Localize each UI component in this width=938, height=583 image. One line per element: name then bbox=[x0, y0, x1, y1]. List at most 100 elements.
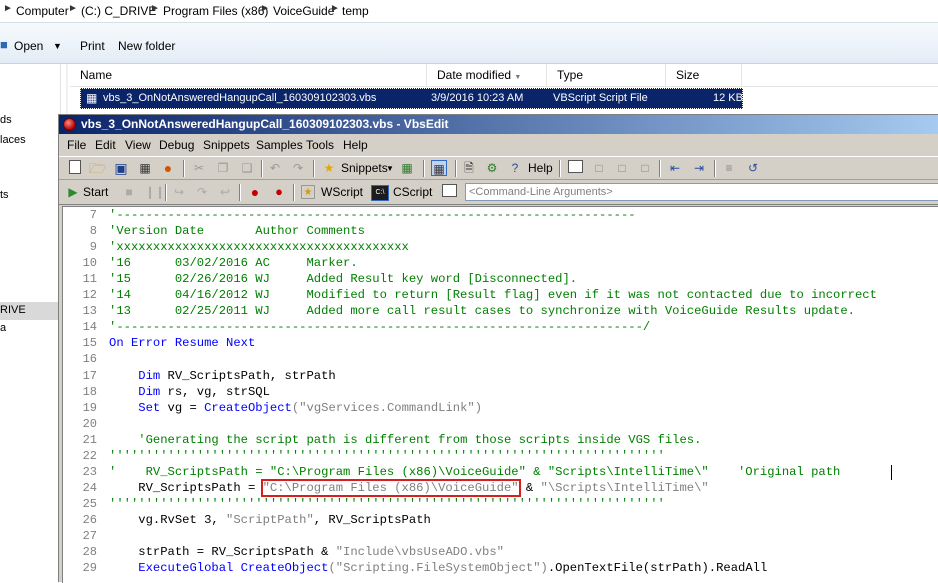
code-line[interactable]: '---------------------------------------… bbox=[109, 208, 636, 222]
cut-icon[interactable]: ✂ bbox=[191, 160, 207, 176]
menu-edit[interactable]: Edit bbox=[95, 138, 116, 152]
code-line[interactable]: ''''''''''''''''''''''''''''''''''''''''… bbox=[109, 497, 665, 511]
stop-icon[interactable]: ■ bbox=[121, 184, 137, 200]
code-line[interactable]: Dim rs, vg, strSQL bbox=[109, 385, 270, 399]
code-line[interactable]: '16 03/02/2016 AC Marker. bbox=[109, 256, 358, 270]
outdent-icon[interactable]: ⇤ bbox=[667, 160, 683, 176]
breadcrumb-computer[interactable]: Computer bbox=[16, 4, 69, 18]
code-line[interactable]: '14 04/16/2012 WJ Modified to return [Re… bbox=[109, 288, 877, 302]
code-editor[interactable]: 7 8 9 10 11 12 13 14 15 16 17 18 19 20 21 22 23 24 25 26 27 2… bbox=[62, 206, 938, 583]
open-dropdown-icon[interactable]: ▼ bbox=[53, 41, 62, 51]
code-line[interactable]: vg.RvSet 3, "ScriptPath", RV_ScriptsPath bbox=[109, 513, 431, 527]
file-row[interactable]: ▦ vbs_3_OnNotAnsweredHangupCall_16030910… bbox=[80, 88, 743, 109]
print-button[interactable]: Print bbox=[80, 39, 105, 53]
nav-item-c-drive[interactable]: RIVE bbox=[0, 304, 26, 316]
arguments-icon[interactable] bbox=[441, 184, 457, 200]
nav-item-documents[interactable]: ts bbox=[0, 189, 9, 201]
code-line[interactable]: 'xxxxxxxxxxxxxxxxxxxxxxxxxxxxxxxxxxxxxxx… bbox=[109, 240, 409, 254]
menu-file[interactable]: File bbox=[67, 138, 86, 152]
code-line[interactable]: '15 02/26/2016 WJ Added Result key word … bbox=[109, 272, 577, 286]
menu-snippets[interactable]: Snippets bbox=[203, 138, 250, 152]
breadcrumb-temp[interactable]: temp bbox=[342, 4, 369, 18]
cscript-button[interactable]: CScript bbox=[393, 185, 432, 199]
breadcrumb-arrow-icon[interactable]: ► bbox=[3, 3, 13, 14]
grid-icon[interactable]: ▦ bbox=[137, 160, 153, 176]
menu-view[interactable]: View bbox=[125, 138, 151, 152]
code-line[interactable]: 'Version Date Author Comments bbox=[109, 224, 365, 238]
help-icon[interactable]: ? bbox=[507, 160, 523, 176]
clear-breakpoints-icon[interactable]: ● bbox=[271, 184, 287, 200]
snippets-icon[interactable]: ★ bbox=[321, 160, 337, 176]
object-browser-icon[interactable]: ▦ bbox=[431, 160, 447, 176]
code-line[interactable]: 'Generating the script path is different… bbox=[109, 433, 701, 447]
save-icon[interactable]: ▣ bbox=[113, 160, 129, 176]
new-file-icon[interactable] bbox=[67, 160, 83, 176]
insert-icon[interactable]: ▦ bbox=[399, 160, 415, 176]
breadcrumb-arrow-icon[interactable]: ► bbox=[330, 3, 340, 14]
help-button[interactable]: Help bbox=[528, 161, 553, 175]
start-button[interactable]: Start bbox=[83, 185, 108, 199]
print-preview-icon[interactable]: 🗎 bbox=[461, 160, 477, 176]
menu-tools[interactable]: Tools bbox=[306, 138, 334, 152]
redo-icon[interactable]: ↷ bbox=[290, 160, 306, 176]
breadcrumb-voiceguide[interactable]: VoiceGuide bbox=[273, 4, 334, 18]
menu-debug[interactable]: Debug bbox=[159, 138, 194, 152]
open-folder-icon[interactable]: 🗁 bbox=[89, 160, 106, 176]
code-line[interactable]: ''''''''''''''''''''''''''''''''''''''''… bbox=[109, 449, 665, 463]
breadcrumb-arrow-icon[interactable]: ► bbox=[150, 3, 160, 14]
code-line[interactable]: RV_ScriptsPath = "C:\Program Files (x86)… bbox=[109, 478, 709, 497]
sort-arrow-icon: ▼ bbox=[514, 74, 522, 81]
wscript-icon[interactable]: ★ bbox=[301, 185, 315, 199]
options-icon[interactable]: ⚙ bbox=[484, 160, 500, 176]
cscript-icon[interactable]: C:\ bbox=[371, 185, 389, 201]
vbsedit-app-icon[interactable] bbox=[63, 118, 76, 131]
paste-icon[interactable]: ❑ bbox=[239, 160, 255, 176]
snippets-dropdown-icon[interactable]: ▼ bbox=[386, 164, 394, 173]
code-line[interactable]: Set vg = CreateObject("vgServices.Comman… bbox=[109, 401, 482, 415]
code-line[interactable]: strPath = RV_ScriptsPath & "Include\vbsU… bbox=[109, 545, 504, 559]
column-header-name[interactable]: Name bbox=[70, 64, 427, 86]
code-line[interactable]: '13 02/25/2011 WJ Added more call result… bbox=[109, 304, 855, 318]
step-into-icon[interactable]: ↪ bbox=[171, 184, 187, 200]
delete-comment-icon[interactable]: □ bbox=[637, 160, 653, 176]
window-icon[interactable] bbox=[567, 160, 583, 176]
code-line[interactable]: ' RV_ScriptsPath = "C:\Program Files (x8… bbox=[109, 465, 840, 479]
snippets-button[interactable]: Snippets bbox=[341, 161, 388, 175]
start-icon[interactable]: ▶ bbox=[65, 184, 81, 200]
breadcrumb-arrow-icon[interactable]: ► bbox=[260, 3, 270, 14]
column-header-type[interactable]: Type bbox=[547, 64, 666, 86]
breadcrumb-program-files[interactable]: Program Files (x86) bbox=[163, 4, 268, 18]
code-line[interactable]: On Error Resume Next bbox=[109, 336, 255, 350]
next-comment-icon[interactable]: □ bbox=[614, 160, 630, 176]
nav-item-data[interactable]: a bbox=[0, 322, 6, 334]
pause-icon[interactable]: ❙❙ bbox=[145, 184, 165, 200]
indent-icon[interactable]: ⇥ bbox=[691, 160, 707, 176]
new-folder-button[interactable]: New folder bbox=[118, 39, 175, 53]
copy-icon[interactable]: ❐ bbox=[215, 160, 231, 176]
refresh-icon[interactable]: ↺ bbox=[745, 160, 761, 176]
code-line[interactable]: Dim RV_ScriptsPath, strPath bbox=[109, 369, 335, 383]
open-icon[interactable]: ■ bbox=[0, 37, 8, 52]
step-over-icon[interactable]: ↷ bbox=[194, 184, 210, 200]
breakpoint-icon[interactable]: ● bbox=[247, 184, 263, 200]
column-header-size[interactable]: Size bbox=[666, 64, 742, 86]
step-out-icon[interactable]: ↩ bbox=[217, 184, 233, 200]
command-line-arguments-input[interactable]: <Command-Line Arguments> bbox=[465, 183, 938, 201]
record-icon[interactable]: ● bbox=[160, 160, 176, 176]
undo-icon[interactable]: ↶ bbox=[267, 160, 283, 176]
menu-samples[interactable]: Samples bbox=[256, 138, 303, 152]
breadcrumb-c-drive[interactable]: (C:) C_DRIVE bbox=[81, 4, 156, 18]
title-bar[interactable]: vbs_3_OnNotAnsweredHangupCall_1603091023… bbox=[59, 115, 938, 134]
address-bar[interactable]: ► Computer ► (C:) C_DRIVE ► Program File… bbox=[0, 0, 938, 23]
column-header-date[interactable]: Date modified ▼ bbox=[427, 64, 547, 86]
menu-help[interactable]: Help bbox=[343, 138, 368, 152]
open-button[interactable]: Open bbox=[14, 39, 43, 53]
nav-item-recent-places[interactable]: laces bbox=[0, 134, 26, 146]
comment-icon[interactable]: □ bbox=[591, 160, 607, 176]
code-line[interactable]: '---------------------------------------… bbox=[109, 320, 650, 334]
nav-item-downloads[interactable]: ds bbox=[0, 114, 12, 126]
breadcrumb-arrow-icon[interactable]: ► bbox=[68, 3, 78, 14]
list-icon[interactable]: ≡ bbox=[721, 160, 737, 176]
wscript-button[interactable]: WScript bbox=[321, 185, 363, 199]
code-line[interactable]: ExecuteGlobal CreateObject("Scripting.Fi… bbox=[109, 561, 767, 575]
